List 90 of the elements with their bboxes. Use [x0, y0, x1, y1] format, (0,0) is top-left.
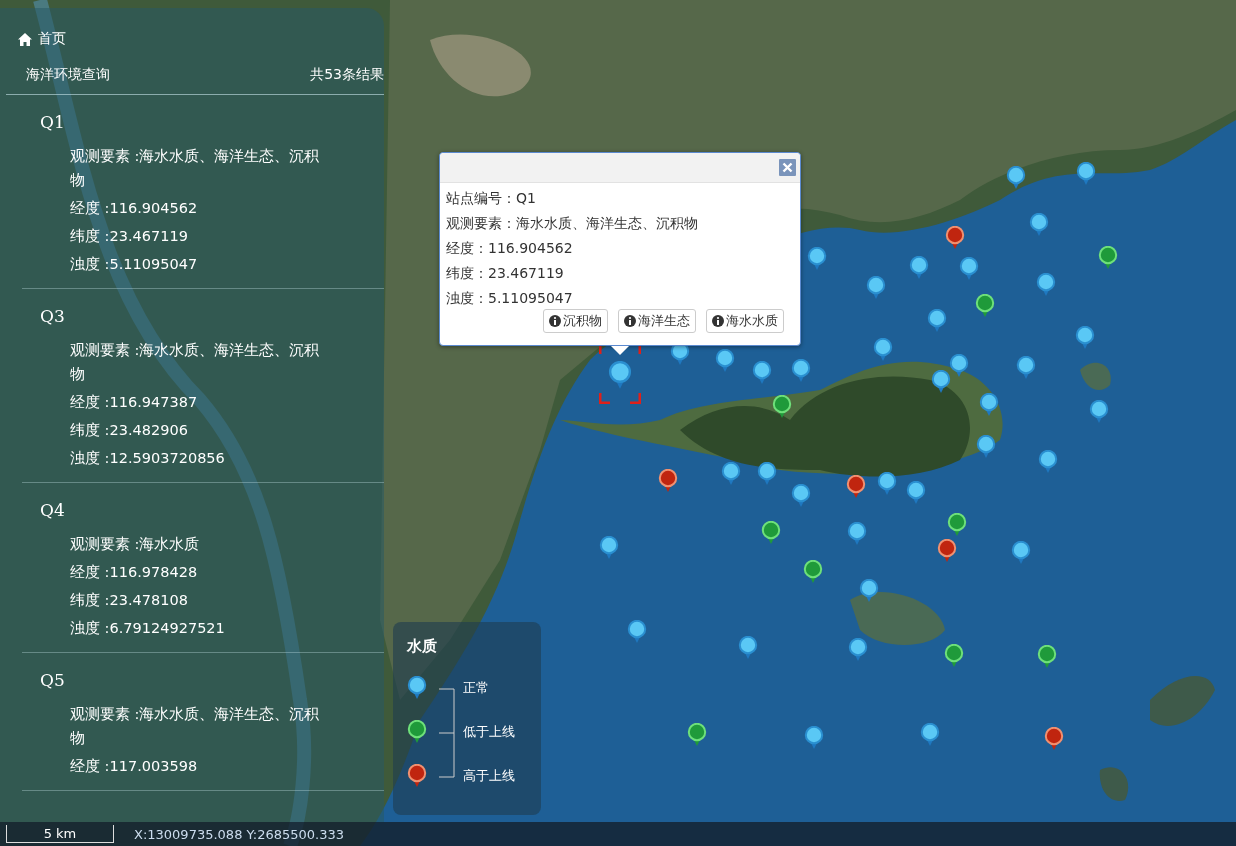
- map-marker[interactable]: [847, 522, 867, 546]
- coordinates-text: X:13009735.088 Y:2685500.333: [134, 826, 344, 842]
- category-button[interactable]: 海洋生态: [618, 309, 696, 333]
- map-marker[interactable]: [1036, 273, 1056, 297]
- map-marker[interactable]: [1016, 356, 1036, 380]
- map-marker[interactable]: [979, 393, 999, 417]
- station-field: 浊度 :12.5903720856: [70, 446, 322, 470]
- station-field: 浊度 :6.79124927521: [70, 616, 322, 640]
- map-marker[interactable]: [599, 536, 619, 560]
- info-icon: [624, 315, 636, 327]
- map-marker[interactable]: [761, 521, 781, 545]
- station-field: 经度 :116.904562: [70, 196, 322, 220]
- legend-label: 正常: [463, 679, 489, 697]
- station-field: 经度 :117.003598: [70, 754, 322, 778]
- map-marker[interactable]: [1075, 326, 1095, 350]
- map-marker[interactable]: [959, 257, 979, 281]
- map-marker[interactable]: [947, 513, 967, 537]
- legend-label: 高于上线: [463, 767, 515, 785]
- station-field: 经度 :116.978428: [70, 560, 322, 584]
- popup-text: 观测要素：海水水质、海洋生态、沉积物: [446, 214, 699, 233]
- station-name[interactable]: Q1: [40, 112, 65, 132]
- map-marker[interactable]: [1029, 213, 1049, 237]
- map-marker[interactable]: [931, 370, 951, 394]
- station-name[interactable]: Q3: [40, 306, 65, 326]
- map-marker[interactable]: [757, 462, 777, 486]
- station-field: 观测要素 :海水水质、海洋生态、沉积物: [70, 144, 322, 192]
- map-marker[interactable]: [877, 472, 897, 496]
- map-marker[interactable]: [658, 469, 678, 493]
- legend-label: 低于上线: [463, 723, 515, 741]
- category-button[interactable]: 海水水质: [706, 309, 784, 333]
- map-marker[interactable]: [949, 354, 969, 378]
- map-marker[interactable]: [1044, 727, 1064, 751]
- category-button[interactable]: 沉积物: [543, 309, 608, 333]
- map-marker[interactable]: [906, 481, 926, 505]
- popup-text: 浊度：5.11095047: [446, 289, 574, 308]
- station-field: 观测要素 :海水水质、海洋生态、沉积物: [70, 702, 322, 750]
- map-marker[interactable]: [927, 309, 947, 333]
- map-marker[interactable]: [1038, 450, 1058, 474]
- panel-title: 海洋环境查询: [26, 66, 110, 84]
- info-icon: [549, 315, 561, 327]
- map-marker[interactable]: [937, 539, 957, 563]
- map-marker[interactable]: [848, 638, 868, 662]
- station-name[interactable]: Q4: [40, 500, 65, 520]
- map-marker[interactable]: [715, 349, 735, 373]
- map-marker[interactable]: [687, 723, 707, 747]
- map-marker[interactable]: [752, 361, 772, 385]
- map-marker[interactable]: [738, 636, 758, 660]
- map-marker[interactable]: [791, 484, 811, 508]
- station-field: 纬度 :23.478108: [70, 588, 322, 612]
- map-marker[interactable]: [975, 294, 995, 318]
- home-link[interactable]: 首页: [18, 30, 66, 48]
- close-button[interactable]: [779, 159, 796, 176]
- map-marker[interactable]: [721, 462, 741, 486]
- map-marker[interactable]: [859, 579, 879, 603]
- map-marker[interactable]: [866, 276, 886, 300]
- station-field: 纬度 :23.482906: [70, 418, 322, 442]
- scale-bar: 5 km: [6, 825, 114, 843]
- home-icon: [18, 32, 32, 46]
- map-marker[interactable]: [1076, 162, 1096, 186]
- map-marker[interactable]: [627, 620, 647, 644]
- popup-text: 纬度：23.467119: [446, 264, 565, 283]
- map-marker[interactable]: [772, 395, 792, 419]
- map-marker[interactable]: [945, 226, 965, 250]
- station-field: 浊度 :5.11095047: [70, 252, 322, 276]
- map-marker[interactable]: [1037, 645, 1057, 669]
- map-marker[interactable]: [920, 723, 940, 747]
- map-marker[interactable]: [1006, 166, 1026, 190]
- legend-title: 水质: [407, 637, 437, 656]
- station-name[interactable]: Q5: [40, 670, 65, 690]
- map-marker[interactable]: [608, 361, 632, 390]
- map-marker[interactable]: [807, 247, 827, 271]
- station-field: 经度 :116.947387: [70, 390, 322, 414]
- map-marker[interactable]: [846, 475, 866, 499]
- map-marker[interactable]: [944, 644, 964, 668]
- station-field: 观测要素 :海水水质: [70, 532, 322, 556]
- popup-text: 经度：116.904562: [446, 239, 574, 258]
- station-field: 观测要素 :海水水质、海洋生态、沉积物: [70, 338, 322, 386]
- map-marker[interactable]: [976, 435, 996, 459]
- map-marker[interactable]: [909, 256, 929, 280]
- map-marker[interactable]: [804, 726, 824, 750]
- map-marker[interactable]: [1011, 541, 1031, 565]
- map-marker[interactable]: [791, 359, 811, 383]
- map-marker[interactable]: [873, 338, 893, 362]
- map-marker[interactable]: [803, 560, 823, 584]
- popup-text: 站点编号：Q1: [446, 189, 537, 208]
- map-marker[interactable]: [1089, 400, 1109, 424]
- station-field: 纬度 :23.467119: [70, 224, 322, 248]
- map-marker[interactable]: [1098, 246, 1118, 270]
- result-count: 共53条结果: [310, 66, 384, 84]
- info-icon: [712, 315, 724, 327]
